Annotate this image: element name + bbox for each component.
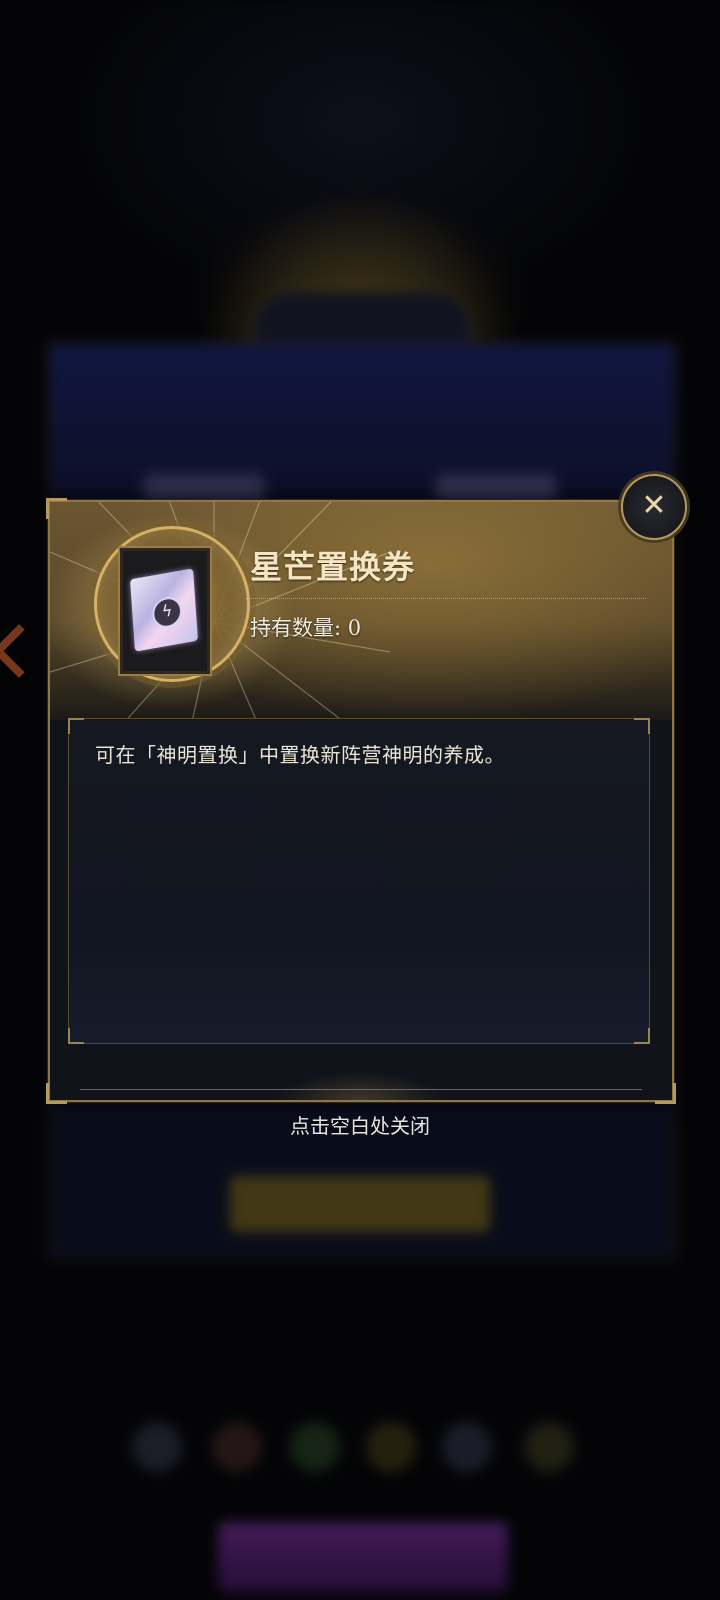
item-title: 星芒置换券 — [250, 548, 416, 586]
quantity-value: 0 — [347, 616, 362, 640]
close-hint[interactable]: 点击空白处关闭 — [0, 1110, 720, 1139]
item-detail-dialog: ϟ 星芒置换券 持有数量: 0 可在「神明置换」中置换新阵营神明的养成。 — [46, 498, 676, 1104]
corner-decoration — [68, 1028, 84, 1044]
quantity-row: 持有数量: 0 — [250, 612, 361, 642]
lightning-icon: ϟ — [151, 594, 183, 631]
dialog-footer — [50, 1044, 672, 1100]
corner-decoration — [68, 718, 84, 734]
item-icon-card: ϟ — [118, 546, 212, 676]
corner-decoration — [634, 718, 650, 734]
close-button[interactable]: ✕ — [621, 474, 687, 540]
title-divider — [246, 598, 646, 599]
frame-corner — [655, 1083, 676, 1104]
close-icon: ✕ — [641, 488, 667, 523]
frame-corner — [46, 498, 67, 519]
dialog-header: ϟ 星芒置换券 持有数量: 0 — [50, 502, 672, 720]
quantity-label: 持有数量: — [250, 616, 342, 640]
frame-corner — [46, 1083, 67, 1104]
corner-decoration — [634, 1028, 650, 1044]
item-description: 可在「神明置换」中置换新阵营神明的养成。 — [95, 743, 505, 767]
ticket-icon: ϟ — [129, 568, 199, 652]
description-box: 可在「神明置换」中置换新阵营神明的养成。 — [68, 718, 650, 1044]
footer-divider — [80, 1089, 642, 1090]
